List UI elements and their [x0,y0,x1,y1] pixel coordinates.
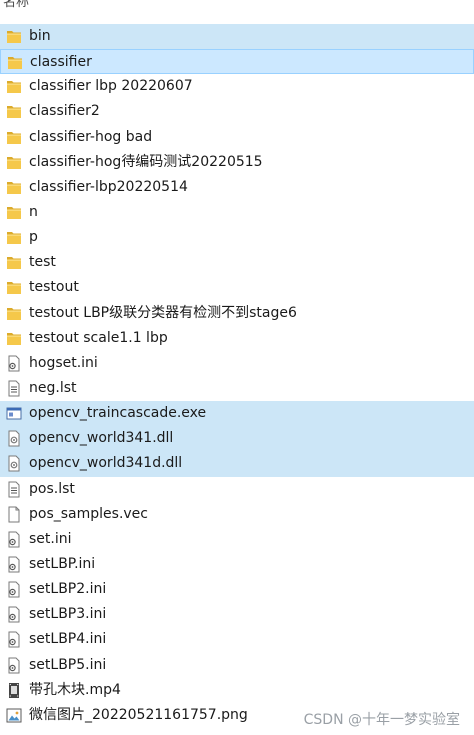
settings-file-icon [6,631,22,648]
file-row[interactable]: setLBP3.ini [0,602,474,627]
file-row[interactable]: opencv_world341.dll [0,426,474,452]
dll-file-icon [6,430,22,447]
file-row[interactable]: testout [0,275,474,300]
folder-icon [6,179,22,196]
settings-file-icon [6,355,22,372]
file-row[interactable]: testout LBP级联分类器有检测不到stage6 [0,301,474,326]
folder-icon [6,78,22,95]
file-row[interactable]: setLBP2.ini [0,577,474,602]
file-name: opencv_world341.dll [29,430,174,447]
folder-icon [6,254,22,271]
folder-icon [6,229,22,246]
file-row[interactable]: set.ini [0,527,474,552]
file-row[interactable]: testout scale1.1 lbp [0,326,474,351]
file-name: pos_samples.vec [29,505,148,522]
folder-icon [6,28,22,45]
file-name: classifier [30,54,92,71]
dll-file-icon [6,455,22,472]
settings-file-icon [6,606,22,623]
video-file-icon [6,682,22,699]
file-row[interactable]: classifier [0,49,474,75]
file-name: 带孔木块.mp4 [29,681,121,698]
file-row[interactable]: classifier-hog待编码测试20220515 [0,150,474,175]
file-name: opencv_traincascade.exe [29,405,207,422]
file-row[interactable]: p [0,225,474,250]
folder-icon [6,305,22,322]
folder-icon [6,330,22,347]
file-name: 微信图片_20220521161757.png [29,706,248,723]
watermark: CSDN @十年一梦实验室 [303,712,460,728]
file-row[interactable]: classifier lbp 20220607 [0,74,474,99]
file-name: classifier2 [29,103,100,120]
settings-file-icon [6,556,22,573]
name-column-header[interactable]: 名称 [0,0,474,12]
file-name: setLBP4.ini [29,631,107,648]
file-row[interactable]: test [0,250,474,275]
settings-file-icon [6,581,22,598]
file-name: classifier-hog bad [29,128,153,145]
file-row[interactable]: 带孔木块.mp4 [0,678,474,703]
file-name: neg.lst [29,379,77,396]
file-row[interactable]: setLBP5.ini [0,653,474,678]
file-icon [6,506,22,523]
file-row[interactable]: classifier-hog bad [0,125,474,150]
file-row[interactable]: n [0,200,474,225]
name-column-label: 名称 [3,0,30,10]
file-name: test [29,254,56,271]
folder-icon [6,279,22,296]
folder-icon [7,54,23,71]
file-name: testout scale1.1 lbp [29,329,168,346]
application-icon [6,405,22,422]
file-row[interactable]: pos_samples.vec [0,502,474,527]
file-name: testout [29,279,79,296]
file-name: setLBP5.ini [29,656,107,673]
file-row[interactable]: setLBP.ini [0,552,474,577]
file-row[interactable]: opencv_world341d.dll [0,451,474,477]
file-name: classifier lbp 20220607 [29,78,193,95]
folder-icon [6,129,22,146]
file-row[interactable]: pos.lst [0,477,474,502]
file-name: bin [29,28,51,44]
text-file-icon [6,380,22,397]
file-row[interactable]: bin [0,24,474,50]
file-row[interactable]: classifier2 [0,99,474,124]
file-name: setLBP2.ini [29,581,107,598]
file-list: bin classifier classifier lbp 20220607 clas… [0,24,474,728]
file-name: set.ini [29,530,72,547]
file-row[interactable]: classifier-lbp20220514 [0,175,474,200]
file-name: p [29,229,38,246]
folder-icon [6,154,22,171]
file-name: classifier-hog待编码测试20220515 [29,153,263,170]
file-name: pos.lst [29,480,75,497]
file-name: setLBP.ini [29,555,96,572]
file-name: testout LBP级联分类器有检测不到stage6 [29,304,297,321]
folder-icon [6,204,22,221]
file-row[interactable]: opencv_traincascade.exe [0,401,474,427]
file-row[interactable]: hogset.ini [0,351,474,376]
file-row[interactable]: neg.lst [0,376,474,401]
file-name: hogset.ini [29,354,98,371]
file-row[interactable]: setLBP4.ini [0,627,474,652]
file-name: classifier-lbp20220514 [29,178,188,195]
file-name: setLBP3.ini [29,606,107,623]
file-name: opencv_world341d.dll [29,455,183,472]
file-name: n [29,203,38,220]
settings-file-icon [6,531,22,548]
folder-icon [6,103,22,120]
settings-file-icon [6,657,22,674]
image-file-icon [6,707,22,724]
text-file-icon [6,481,22,498]
